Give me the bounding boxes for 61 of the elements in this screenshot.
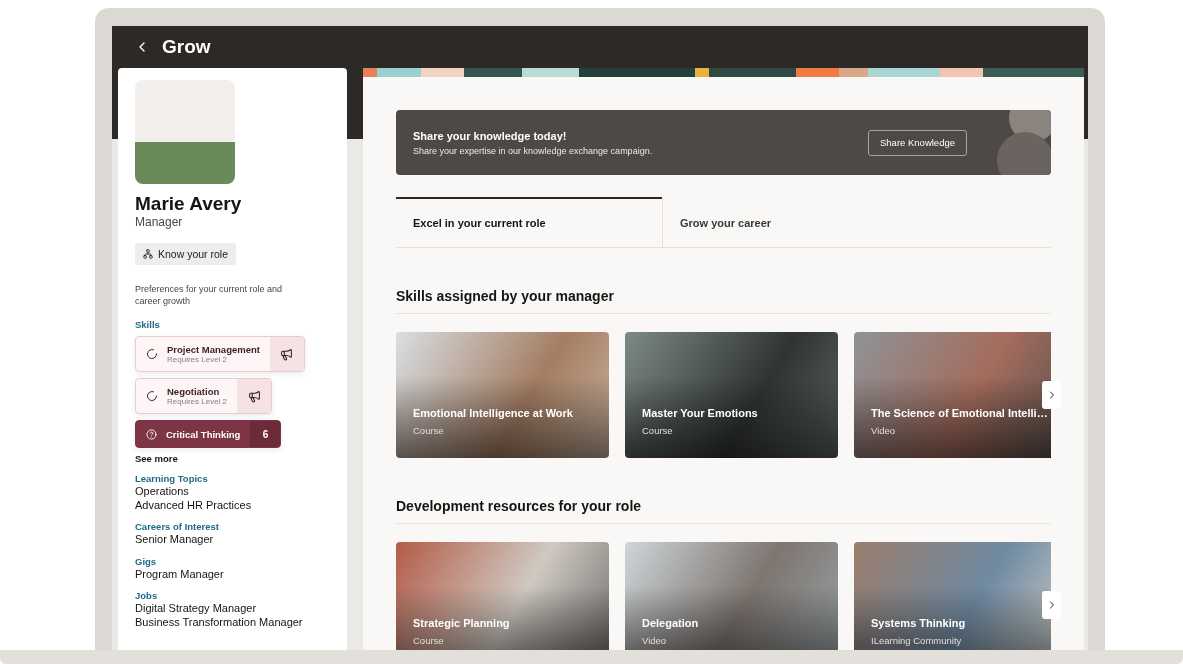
banner-text: Share your expertise in our knowledge exchange campaign. bbox=[413, 145, 654, 156]
section-label: Skills bbox=[135, 319, 161, 330]
tab[interactable]: Excel in your current role bbox=[396, 197, 662, 247]
progress-icon bbox=[146, 348, 158, 360]
card-title: Emotional Intelligence at Work bbox=[413, 407, 574, 419]
card-type: Course bbox=[642, 425, 674, 436]
section-heading: Skills assigned by your manager bbox=[396, 288, 1051, 314]
skill-chip[interactable]: Negotiation Requires Level 2 bbox=[135, 378, 273, 414]
page-title: Grow bbox=[162, 36, 211, 58]
content-card[interactable]: Master Your Emotions Course bbox=[625, 332, 838, 458]
profile-role: Manager bbox=[135, 215, 184, 229]
skill-name: Negotiation bbox=[167, 386, 221, 397]
skill-name: Critical Thinking bbox=[166, 428, 241, 440]
preference-item: Operations bbox=[135, 485, 190, 499]
skill-requirement: Requires Level 2 bbox=[167, 397, 228, 406]
help-circle-icon bbox=[146, 428, 157, 440]
preference-item: Advanced HR Practices bbox=[135, 498, 253, 512]
skill-name: Project Management bbox=[167, 344, 260, 355]
tab[interactable]: Grow your career bbox=[662, 197, 928, 247]
content-card[interactable]: Systems Thinking ILearning Community bbox=[854, 542, 1051, 650]
section-label: Learning Topics bbox=[135, 473, 209, 485]
section-label: Careers of Interest bbox=[135, 521, 220, 533]
megaphone-icon bbox=[280, 347, 294, 361]
preference-item: Program Manager bbox=[135, 567, 225, 581]
preference-item: Senior Manager bbox=[135, 533, 215, 547]
section-label: Gigs bbox=[135, 555, 158, 568]
count-badge: 6 bbox=[250, 421, 281, 447]
card-title: Strategic Planning bbox=[413, 617, 511, 629]
content-card[interactable]: The Science of Emotional Intelli… Video bbox=[854, 332, 1051, 458]
content-card[interactable]: Emotional Intelligence at Work Course bbox=[396, 332, 609, 458]
card-type: Course bbox=[413, 635, 445, 646]
skill-chip[interactable]: Project Management Requires Level 2 bbox=[135, 336, 305, 372]
content-card[interactable]: Strategic Planning Course bbox=[396, 542, 609, 650]
preference-item: Business Transformation Manager bbox=[135, 615, 304, 629]
card-title: Delegation bbox=[642, 617, 700, 629]
card-title: Systems Thinking bbox=[871, 617, 967, 629]
next-button[interactable] bbox=[1042, 591, 1061, 619]
banner-title: Share your knowledge today! bbox=[413, 129, 568, 142]
card-type: Video bbox=[642, 635, 668, 646]
card-title: Master Your Emotions bbox=[642, 407, 759, 419]
share-knowledge-button[interactable]: Share Knowledge bbox=[868, 129, 967, 156]
preferences-text: Preferences for your current role and career growth bbox=[135, 283, 284, 307]
section-heading: Development resources for your role bbox=[396, 498, 1051, 524]
card-type: Course bbox=[413, 425, 445, 436]
card-type: Video bbox=[871, 425, 897, 436]
skill-requirement: Requires Level 2 bbox=[167, 355, 229, 364]
preference-item: Digital Strategy Manager bbox=[135, 602, 258, 616]
card-type: ILearning Community bbox=[871, 635, 963, 646]
card-title: The Science of Emotional Intelli… bbox=[871, 407, 1049, 419]
next-button[interactable] bbox=[1042, 381, 1061, 409]
progress-icon bbox=[146, 390, 158, 402]
megaphone-icon bbox=[247, 389, 261, 403]
profile-name: Marie Avery bbox=[135, 193, 243, 215]
hierarchy-icon bbox=[143, 249, 153, 259]
section-label: Jobs bbox=[135, 590, 159, 602]
know-your-role-button[interactable]: Know your role bbox=[135, 243, 237, 265]
content-card[interactable]: Delegation Video bbox=[625, 542, 838, 650]
skill-chip[interactable]: Critical Thinking 6 bbox=[135, 420, 282, 448]
megaphone-button[interactable] bbox=[237, 379, 272, 413]
megaphone-button[interactable] bbox=[269, 337, 304, 371]
see-more-link[interactable]: See more bbox=[135, 453, 330, 464]
